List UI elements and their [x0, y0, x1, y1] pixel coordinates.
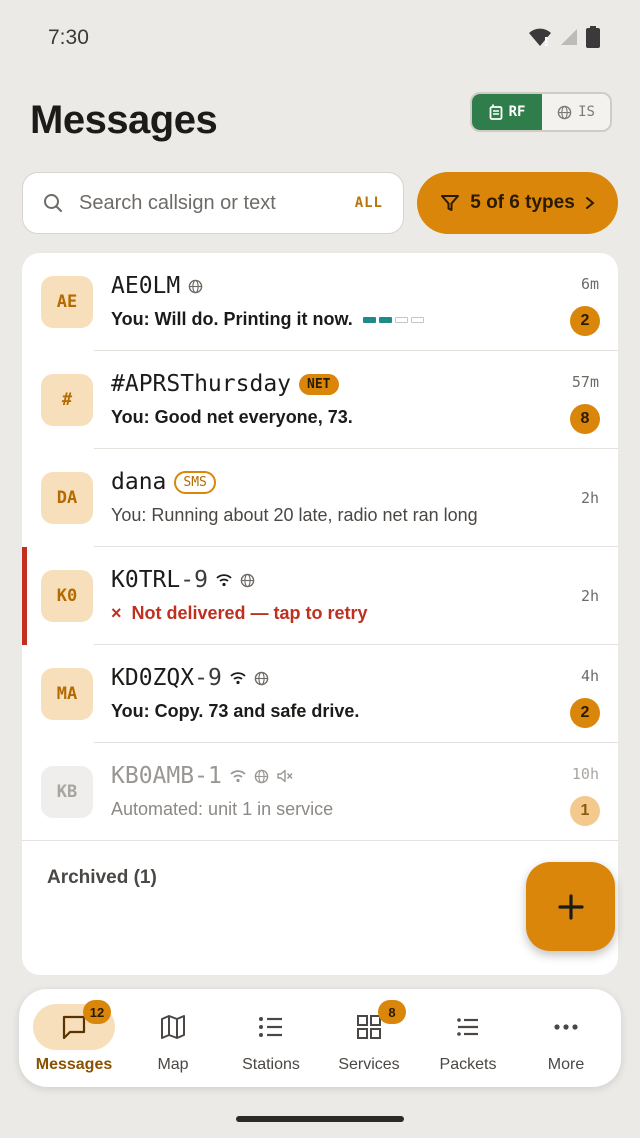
rf-signal-icon — [230, 672, 246, 685]
message-time: 2h — [580, 489, 599, 507]
mode-rf-button[interactable]: RF — [472, 94, 542, 130]
unread-badge: 1 — [570, 796, 600, 826]
avatar: KB — [41, 766, 93, 818]
callsign: KB0AMB-1 — [111, 763, 222, 789]
muted-icon — [277, 769, 293, 783]
sms-tag: SMS — [174, 470, 216, 494]
map-icon — [161, 1015, 185, 1039]
globe-icon — [254, 671, 269, 685]
radio-icon — [489, 104, 502, 120]
unread-badge: 2 — [570, 306, 600, 336]
conversation-row[interactable]: DA dana SMS You: Running about 20 late, … — [22, 449, 618, 547]
globe-icon — [188, 279, 203, 293]
message-preview: You: Running about 20 late, radio net ra… — [111, 505, 478, 525]
search-placeholder: Search callsign or text — [79, 191, 276, 214]
more-icon — [554, 1024, 578, 1030]
search-scope-button[interactable]: ALL — [355, 195, 383, 211]
message-time: 2h — [580, 587, 599, 605]
nav-label: Map — [157, 1056, 189, 1073]
delivery-progress — [362, 316, 424, 323]
mode-rf-label: RF — [508, 104, 526, 120]
filter-icon — [441, 195, 460, 211]
message-preview: You: Good net everyone, 73. — [111, 407, 353, 427]
rf-signal-icon — [216, 574, 232, 587]
message-time: 4h — [580, 667, 599, 685]
chevron-right-icon — [585, 197, 595, 209]
wifi-icon — [529, 28, 551, 46]
new-message-button[interactable] — [526, 862, 615, 951]
conversation-row[interactable]: K0 K0TRL-9 × Not delivered — tap to retr… — [22, 547, 618, 645]
error-indicator — [22, 547, 27, 645]
close-icon: × — [111, 603, 122, 623]
avatar: K0 — [41, 570, 93, 622]
conversation-row[interactable]: # #APRSThursday NET You: Good net everyo… — [22, 351, 618, 449]
battery-icon — [586, 26, 600, 48]
archived-link[interactable]: Archived (1) — [47, 867, 157, 889]
globe-icon — [557, 105, 572, 119]
nav-label: Services — [338, 1056, 400, 1073]
search-icon — [44, 194, 62, 212]
callsign: #APRSThursday — [111, 371, 292, 397]
unread-badge: 8 — [570, 404, 600, 434]
avatar: MA — [41, 668, 93, 720]
plus-icon — [557, 893, 584, 920]
callsign: K0TRL-9 — [111, 567, 208, 593]
avatar: # — [41, 374, 93, 426]
callsign: AE0LM — [111, 273, 181, 299]
mode-is-button[interactable]: IS — [542, 94, 610, 130]
nav-label: Messages — [35, 1056, 113, 1073]
message-preview: You: Will do. Printing it now. — [111, 309, 353, 329]
signal-icon — [561, 29, 577, 45]
filter-label: 5 of 6 types — [470, 192, 575, 213]
message-preview: You: Copy. 73 and safe drive. — [111, 701, 360, 721]
callsign: KD0ZQX-9 — [111, 665, 222, 691]
nav-label: Stations — [242, 1056, 300, 1073]
net-tag: NET — [299, 373, 339, 395]
globe-icon — [240, 573, 255, 587]
message-time: 6m — [580, 275, 599, 293]
nav-label: Packets — [439, 1056, 497, 1073]
mode-is-label: IS — [578, 104, 595, 120]
conversation-list: AE AE0LM You: Will do. Printing it now. … — [22, 253, 618, 975]
nav-stations[interactable]: Stations — [222, 989, 320, 1087]
callsign: dana — [111, 469, 167, 495]
nav-messages[interactable]: 12 Messages — [25, 989, 123, 1087]
message-time: 57m — [571, 373, 599, 391]
home-indicator[interactable] — [236, 1116, 404, 1122]
list-icon — [259, 1017, 282, 1037]
rf-signal-icon — [230, 770, 246, 783]
nav-services[interactable]: 8 Services — [320, 989, 418, 1087]
conversation-row[interactable]: AE AE0LM You: Will do. Printing it now. … — [22, 253, 618, 351]
message-time: 10h — [571, 765, 599, 783]
packets-icon — [457, 1018, 478, 1036]
conversation-row[interactable]: MA KD0ZQX-9 You: Copy. 73 and safe drive… — [22, 645, 618, 743]
search-input[interactable]: Search callsign or text ALL — [22, 172, 404, 234]
mode-toggle[interactable]: RF IS — [470, 92, 612, 132]
status-time: 7:30 — [48, 26, 89, 49]
filter-types-button[interactable]: 5 of 6 types — [417, 172, 618, 234]
page-title: Messages — [30, 98, 218, 142]
nav-more[interactable]: More — [517, 989, 615, 1087]
nav-badge: 12 — [83, 1000, 111, 1024]
status-bar: 7:30 — [0, 0, 640, 76]
status-icons — [528, 26, 600, 48]
avatar: AE — [41, 276, 93, 328]
bottom-nav: 12 Messages Map Stations 8 Services Pack… — [19, 989, 621, 1087]
nav-label: More — [547, 1056, 585, 1073]
nav-packets[interactable]: Packets — [419, 989, 517, 1087]
avatar: DA — [41, 472, 93, 524]
unread-badge: 2 — [570, 698, 600, 728]
globe-icon — [254, 769, 269, 783]
conversation-row[interactable]: KB KB0AMB-1 Automated: unit 1 in service… — [22, 743, 618, 841]
nav-map[interactable]: Map — [124, 989, 222, 1087]
message-preview[interactable]: Not delivered — tap to retry — [132, 603, 368, 624]
message-preview: Automated: unit 1 in service — [111, 799, 334, 819]
nav-badge: 8 — [378, 1000, 406, 1024]
